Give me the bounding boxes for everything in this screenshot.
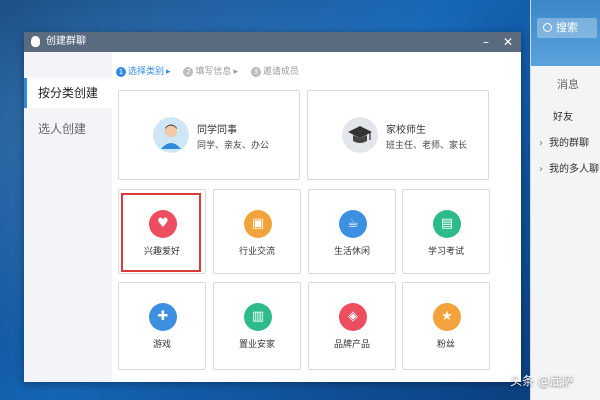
notebook-icon: ▤ — [433, 210, 461, 238]
category-home-school[interactable]: 家校师生 班主任、老师、家长 — [307, 90, 489, 180]
nav-item-by-people[interactable]: 选人创建 — [24, 114, 112, 144]
step-3: 3 邀请成员 — [250, 64, 299, 77]
category-label: 行业交流 — [238, 247, 275, 257]
step-number: 1 — [116, 67, 126, 77]
search-icon — [543, 23, 552, 32]
category-label: 游戏 — [152, 340, 171, 350]
category-subtitle: 同学、亲友、办公 — [197, 141, 270, 151]
tag-icon: ◈ — [339, 303, 367, 331]
create-mode-nav: 按分类创建 选人创建 — [24, 52, 112, 382]
icon-glyph: ✚ — [157, 309, 169, 324]
minimize-icon[interactable]: – — [479, 32, 493, 52]
tab-messages[interactable]: 消息 — [557, 76, 579, 92]
search-box[interactable]: 搜索 — [537, 18, 597, 38]
group-label: 我的群聊 — [549, 138, 589, 149]
briefcase-icon: ▣ — [244, 210, 272, 238]
category-label: 品牌产品 — [333, 340, 370, 350]
step-2: 2 填写信息 ▸ — [183, 64, 238, 77]
chevron-right-icon: › — [539, 138, 543, 149]
qq-logo-icon — [31, 36, 40, 47]
category-label: 学习考试 — [427, 247, 464, 257]
group-item-my-group-chats[interactable]: › 我的群聊 — [539, 134, 589, 149]
category-fans[interactable]: ★ 粉丝 — [402, 282, 490, 370]
step-arrow-icon: ▸ — [166, 67, 171, 77]
step-label: 填写信息 — [195, 67, 232, 77]
icon-glyph: ▤ — [440, 216, 454, 231]
step-number: 3 — [250, 67, 261, 77]
highlight-box — [121, 193, 201, 272]
coffee-cup-icon: ☕ — [339, 210, 367, 238]
step-number: 2 — [183, 67, 194, 77]
star-icon: ★ — [433, 303, 461, 331]
category-industry[interactable]: ▣ 行业交流 — [213, 189, 301, 274]
create-group-dialog: 创建群聊 – ✕ 按分类创建 选人创建 1 选择类别 ▸ 2 填写信息 ▸ 3 邀请成员 … — [24, 32, 521, 382]
step-1: 1 选择类别 ▸ — [116, 64, 171, 77]
step-label: 邀请成员 — [262, 67, 299, 77]
watermark: 头条 @屁萨 — [510, 374, 574, 388]
step-indicator: 1 选择类别 ▸ 2 填写信息 ▸ 3 邀请成员 — [116, 64, 309, 77]
category-label: 粉丝 — [436, 340, 455, 350]
category-brands[interactable]: ◈ 品牌产品 — [308, 282, 396, 370]
dialog-titlebar[interactable]: 创建群聊 – ✕ — [24, 32, 521, 52]
category-study[interactable]: ▤ 学习考试 — [402, 189, 490, 274]
dialog-title: 创建群聊 — [46, 36, 86, 47]
icon-glyph: ▣ — [251, 216, 265, 231]
qq-panel-header: 搜索 — [531, 0, 600, 66]
icon-glyph: ★ — [441, 309, 453, 324]
nav-item-by-category[interactable]: 按分类创建 — [24, 78, 112, 108]
gamepad-icon: ✚ — [149, 303, 177, 331]
group-item-my-multi-chats[interactable]: › 我的多人聊 — [539, 160, 599, 175]
category-classmates-colleagues[interactable]: 同学同事 同学、亲友、办公 — [118, 90, 300, 180]
group-label: 我的多人聊 — [549, 164, 599, 175]
category-leisure[interactable]: ☕ 生活休闲 — [308, 189, 396, 274]
category-label: 生活休闲 — [333, 247, 370, 257]
person-avatar-icon — [153, 117, 189, 153]
icon-glyph: ◈ — [348, 309, 358, 324]
icon-glyph: ☕ — [347, 216, 359, 231]
category-title: 同学同事 — [197, 125, 237, 136]
category-title: 家校师生 — [386, 125, 426, 136]
category-label: 置业安家 — [238, 340, 275, 350]
category-real-estate[interactable]: ▥ 置业安家 — [213, 282, 301, 370]
step-arrow-icon: ▸ — [233, 67, 238, 77]
step-label: 选择类别 — [128, 67, 165, 77]
close-icon[interactable]: ✕ — [501, 32, 515, 52]
category-games[interactable]: ✚ 游戏 — [118, 282, 206, 370]
building-icon: ▥ — [244, 303, 272, 331]
graduation-cap-icon — [342, 117, 378, 153]
category-subtitle: 班主任、老师、家长 — [386, 141, 468, 151]
section-label-friends[interactable]: 好友 — [553, 108, 573, 123]
chevron-right-icon: › — [539, 164, 543, 175]
search-placeholder: 搜索 — [556, 21, 578, 34]
qq-main-panel: 搜索 消息 好友 › 我的群聊 › 我的多人聊 — [530, 0, 600, 400]
icon-glyph: ▥ — [251, 309, 265, 324]
